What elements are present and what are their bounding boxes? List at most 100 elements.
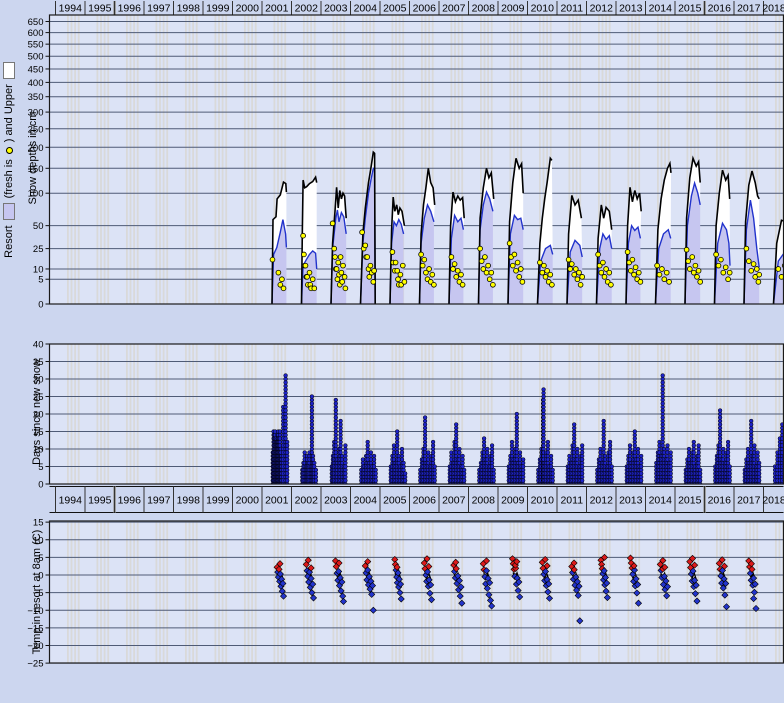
month-stripe — [628, 521, 630, 663]
days-since-snow-dot — [400, 451, 404, 455]
month-stripe — [189, 15, 191, 304]
month-stripe — [104, 15, 106, 304]
month-stripe — [579, 521, 581, 663]
days-since-snow-dot — [757, 479, 761, 483]
resort-fill-swatch-icon — [3, 203, 15, 220]
days-since-snow-dot — [757, 475, 761, 479]
days-since-snow-dot — [403, 472, 407, 476]
fresh-snow-dot — [716, 263, 721, 268]
days-since-snow-dot — [433, 472, 437, 476]
month-stripe — [163, 15, 165, 304]
month-stripe — [480, 521, 482, 663]
days-since-snow-dot — [580, 454, 584, 458]
fresh-snow-dot — [580, 274, 585, 279]
days-since-snow-dot — [310, 409, 314, 413]
month-stripe — [218, 15, 220, 304]
fresh-snow-dot — [512, 252, 517, 257]
days-since-snow-dot — [482, 440, 486, 444]
fresh-snow-dot — [660, 267, 665, 272]
days-since-snow-dot — [726, 440, 730, 444]
month-stripe — [78, 521, 80, 663]
days-since-snow-dot — [374, 468, 378, 472]
days-since-snow-dot — [339, 447, 343, 451]
days-since-snow-dot — [454, 430, 458, 434]
days-since-snow-dot — [572, 426, 576, 430]
days-since-snow-dot — [757, 461, 761, 465]
days-since-snow-dot — [551, 468, 555, 472]
days-since-snow-dot — [490, 465, 494, 469]
days-since-snow-dot — [423, 437, 427, 441]
year-label: 2000 — [236, 495, 260, 507]
days-since-snow-dot — [542, 447, 546, 451]
year-label: 2003 — [324, 495, 348, 507]
days-since-snow-dot — [366, 444, 370, 448]
fresh-snow-dot — [334, 267, 339, 272]
fresh-snow-dot — [276, 270, 281, 275]
days-since-snow-dot — [580, 475, 584, 479]
days-since-snow-dot — [602, 426, 606, 430]
days-since-snow-dot — [728, 465, 732, 469]
fresh-snow-dot — [746, 259, 751, 264]
days-since-snow-dot — [602, 419, 606, 423]
month-stripe — [687, 521, 689, 663]
month-stripe — [100, 521, 102, 663]
days-since-snow-dot — [518, 451, 522, 455]
fresh-snow-dot — [727, 270, 732, 275]
month-stripe — [690, 521, 692, 663]
days-since-snow-dot — [698, 475, 702, 479]
month-stripe — [373, 521, 375, 663]
days-since-snow-dot — [718, 416, 722, 420]
month-stripe — [362, 521, 364, 663]
year-label: 1999 — [206, 495, 230, 507]
fresh-snow-dot — [625, 250, 630, 255]
year-label: 2015 — [678, 3, 702, 15]
days-since-snow-dot — [339, 451, 343, 455]
days-since-snow-dot — [334, 416, 338, 420]
days-since-snow-dot — [726, 447, 730, 451]
fresh-snow-dot — [335, 277, 340, 282]
month-stripe — [67, 15, 69, 304]
month-stripe — [484, 521, 486, 663]
days-since-snow-dot — [433, 468, 437, 472]
days-since-snow-dot — [334, 437, 338, 441]
month-stripe — [274, 521, 276, 663]
days-since-snow-dot — [661, 381, 665, 385]
days-since-snow-dot — [521, 475, 525, 479]
fresh-snow-dot — [667, 279, 672, 284]
days-since-snow-dot — [461, 454, 465, 458]
fresh-snow-dot — [695, 274, 700, 279]
month-stripe — [746, 521, 748, 663]
days-since-snow-dot — [310, 423, 314, 427]
days-since-snow-dot — [521, 461, 525, 465]
days-since-snow-dot — [718, 419, 722, 423]
fresh-snow-dot — [575, 277, 580, 282]
days-since-snow-dot — [697, 458, 701, 462]
days-since-snow-dot — [726, 451, 730, 455]
days-since-snow-dot — [661, 426, 665, 430]
days-since-snow-dot — [344, 454, 348, 458]
days-since-snow-dot — [515, 437, 519, 441]
days-since-snow-dot — [639, 468, 643, 472]
days-since-snow-dot — [608, 458, 612, 462]
year-label: 2017 — [737, 3, 761, 15]
days-since-snow-dot — [718, 437, 722, 441]
days-since-snow-dot — [610, 465, 614, 469]
year-label: 2015 — [678, 495, 702, 507]
days-since-snow-dot — [423, 440, 427, 444]
days-since-snow-dot — [697, 454, 701, 458]
month-stripe — [248, 521, 250, 663]
fresh-snow-dot — [432, 282, 437, 287]
month-stripe — [461, 521, 463, 663]
month-stripe — [126, 15, 128, 304]
panel1-ylabel-units: Snow depths in cm — [27, 14, 39, 302]
month-stripe — [192, 521, 194, 663]
days-since-snow-dot — [697, 451, 701, 455]
month-stripe — [716, 521, 718, 663]
fresh-snow-dot — [312, 286, 317, 291]
days-since-snow-dot — [661, 384, 665, 388]
days-since-snow-dot — [515, 444, 519, 448]
fresh-snow-dot — [419, 252, 424, 257]
days-since-snow-dot — [310, 402, 314, 406]
days-since-snow-dot — [458, 447, 462, 451]
days-since-snow-dot — [521, 479, 525, 483]
